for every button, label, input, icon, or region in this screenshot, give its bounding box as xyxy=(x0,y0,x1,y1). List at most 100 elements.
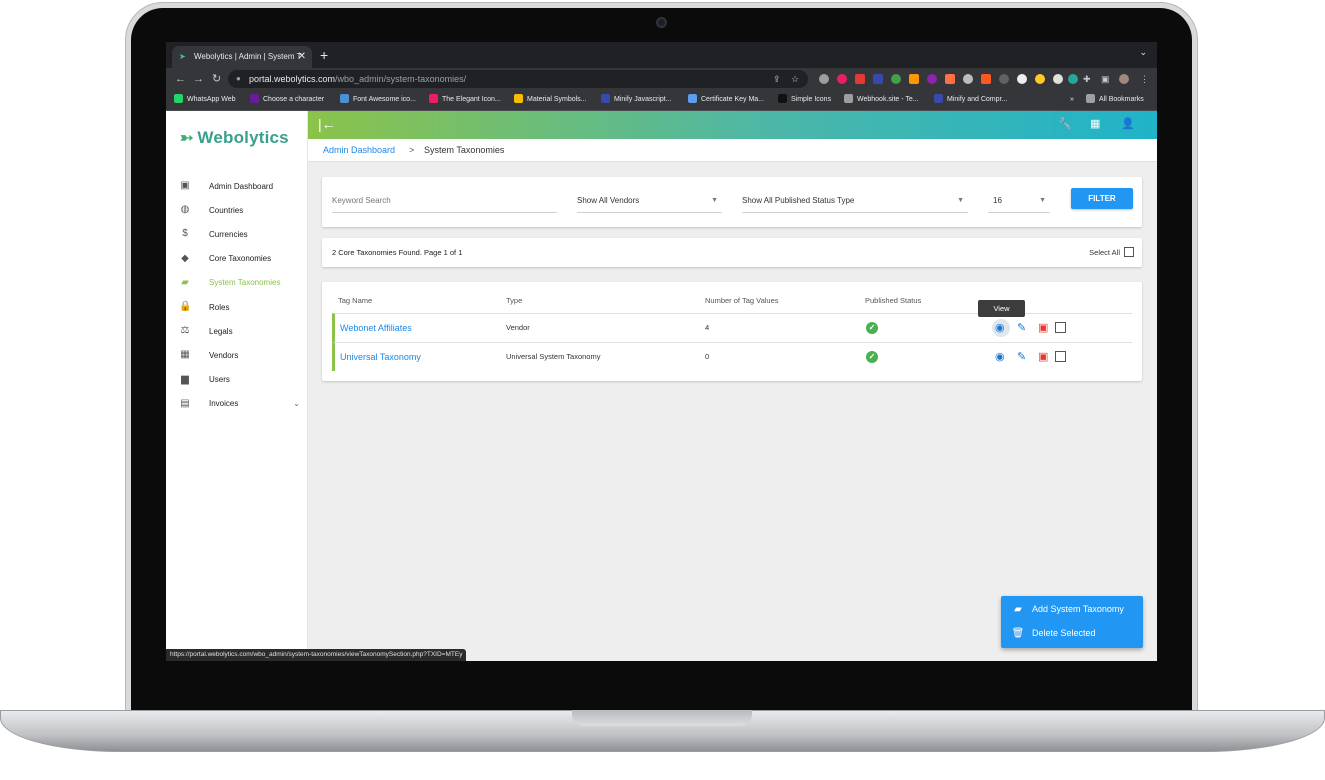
sidebar-item-users[interactable]: ▆ Users xyxy=(166,368,308,392)
sidebar-item-label: System Taxonomies xyxy=(209,278,281,288)
extension-icon[interactable] xyxy=(819,74,829,84)
extension-icon[interactable] xyxy=(927,74,937,84)
published-check-icon: ✓ xyxy=(866,351,878,363)
bookmarks-overflow-icon[interactable]: » xyxy=(1070,93,1074,107)
avatar[interactable] xyxy=(1119,74,1129,84)
delete-icon[interactable]: ▣ xyxy=(1038,350,1048,364)
wrench-icon[interactable]: 🔧 xyxy=(1058,118,1072,130)
extension-icon[interactable] xyxy=(963,74,973,84)
extension-icon[interactable] xyxy=(1017,74,1027,84)
sidebar-item-admin-dashboard[interactable]: ▣ Admin Dashboard xyxy=(166,174,308,198)
bookmark-label: WhatsApp Web xyxy=(187,96,236,103)
published-status-select[interactable]: Show All Published Status Type ▼ xyxy=(742,191,968,213)
bookmark-item[interactable]: Certificate Key Ma... xyxy=(688,93,764,107)
row-checkbox[interactable] xyxy=(1055,351,1066,362)
breadcrumb-home-link[interactable]: Admin Dashboard xyxy=(323,139,395,162)
view-icon[interactable]: ◉ xyxy=(995,321,1005,335)
table-row: Webonet Affiliates Vendor 4 ✓ ◉ ✎ ▣ xyxy=(332,313,1132,342)
per-page-select[interactable]: 16 ▼ xyxy=(988,191,1050,213)
keyword-search-input[interactable]: Keyword Search xyxy=(332,191,557,213)
extension-icon[interactable] xyxy=(1035,74,1045,84)
bookmark-item[interactable]: Minify Javascript... xyxy=(601,93,672,107)
label-icon: ▰ xyxy=(181,276,189,288)
sidebar-item-invoices[interactable]: ▤ Invoices ⌄ xyxy=(166,392,308,416)
bookmark-item[interactable]: Simple Icons xyxy=(778,93,831,107)
sidebar-item-roles[interactable]: 🔒 Roles xyxy=(166,295,308,319)
chevron-down-icon[interactable]: ⌄ xyxy=(293,399,300,408)
bookmark-item[interactable]: Material Symbols... xyxy=(514,93,587,107)
view-icon[interactable]: ◉ xyxy=(995,350,1005,364)
bookmark-favicon-icon xyxy=(174,94,183,103)
bookmarks-bar: WhatsApp Web Choose a character Font Aweso… xyxy=(166,90,1157,111)
bookmark-item[interactable]: Font Awesome ico... xyxy=(340,93,416,107)
reload-icon[interactable]: ↻ xyxy=(212,71,221,87)
sidebar-item-vendors[interactable]: ▦ Vendors xyxy=(166,343,308,367)
user-icon[interactable]: 👤 xyxy=(1121,118,1135,130)
extension-icon[interactable] xyxy=(999,74,1009,84)
sidebar-item-legals[interactable]: ⚖ Legals xyxy=(166,319,308,343)
extension-icon[interactable] xyxy=(873,74,883,84)
screen: ➤ Webolytics | Admin | System T ✕ + ⌄ ← … xyxy=(166,42,1157,661)
extension-icon[interactable] xyxy=(909,74,919,84)
bookmark-favicon-icon xyxy=(250,94,259,103)
extension-icon[interactable] xyxy=(945,74,955,84)
sidebar-item-label: Admin Dashboard xyxy=(209,181,274,191)
all-bookmarks[interactable]: All Bookmarks xyxy=(1086,93,1144,107)
dashboard-grid-icon[interactable]: ▦ xyxy=(1090,118,1100,130)
select-all-checkbox[interactable] xyxy=(1124,247,1134,257)
tags-icon: ◆ xyxy=(181,252,189,264)
extensions-puzzle-icon[interactable]: ✚ xyxy=(1083,71,1091,87)
extension-icon[interactable] xyxy=(855,74,865,84)
side-panel-icon[interactable]: ▣ xyxy=(1101,71,1110,87)
bookmark-label: Choose a character xyxy=(263,96,325,103)
tab-title: Webolytics | Admin | System T xyxy=(194,52,302,61)
forward-icon[interactable]: → xyxy=(193,71,204,87)
bookmark-item[interactable]: Minify and Compr... xyxy=(934,93,1007,107)
sidebar-item-label: Vendors xyxy=(209,350,239,360)
share-icon[interactable]: ⇪ xyxy=(773,70,781,88)
breadcrumb-separator: > xyxy=(409,145,415,155)
edit-icon[interactable]: ✎ xyxy=(1017,321,1026,335)
delete-selected-button[interactable]: 🗑 Delete Selected xyxy=(1011,625,1096,641)
new-tab-button[interactable]: + xyxy=(320,45,328,65)
delete-icon[interactable]: ▣ xyxy=(1038,321,1048,335)
tag-name-link[interactable]: Universal Taxonomy xyxy=(340,343,421,371)
tab-search-icon[interactable]: ⌄ xyxy=(1139,47,1147,58)
back-icon[interactable]: ← xyxy=(175,71,186,87)
bookmark-favicon-icon xyxy=(934,94,943,103)
extension-icon[interactable] xyxy=(981,74,991,84)
url-input[interactable]: ● portal.webolytics.com/wbo_admin/system… xyxy=(228,70,808,88)
sidebar-item-currencies[interactable]: $ Currencies xyxy=(166,222,308,246)
lock-icon: ● xyxy=(236,74,241,83)
tag-name-link[interactable]: Webonet Affiliates xyxy=(340,314,412,342)
view-tooltip: View xyxy=(978,300,1025,317)
bookmark-item[interactable]: Choose a character xyxy=(250,93,324,107)
sidebar-item-core-taxonomies[interactable]: ◆ Core Taxonomies xyxy=(166,247,308,271)
dollar-icon: $ xyxy=(182,228,188,240)
bookmark-item[interactable]: The Elegant Icon... xyxy=(429,93,501,107)
bookmark-star-icon[interactable]: ☆ xyxy=(791,70,799,88)
collapse-sidebar-icon[interactable]: |← xyxy=(318,116,336,132)
close-tab-icon[interactable]: ✕ xyxy=(298,46,306,68)
bookmark-favicon-icon xyxy=(844,94,853,103)
sidebar-item-system-taxonomies[interactable]: ▰ System Taxonomies xyxy=(166,271,308,295)
sidebar-item-label: Core Taxonomies xyxy=(209,254,272,264)
tag-value-count: 4 xyxy=(705,323,710,332)
sidebar-item-countries[interactable]: ◍ Countries xyxy=(166,198,308,222)
extension-icon[interactable] xyxy=(1068,74,1078,84)
edit-icon[interactable]: ✎ xyxy=(1017,350,1026,364)
add-system-taxonomy-button[interactable]: ▰ Add System Taxonomy xyxy=(1011,601,1124,617)
filter-button[interactable]: FILTER xyxy=(1071,188,1133,209)
brand-logo[interactable]: ➳ Webolytics xyxy=(180,124,289,152)
vendor-select[interactable]: Show All Vendors ▼ xyxy=(577,191,722,213)
browser-menu-icon[interactable]: ⋮ xyxy=(1140,71,1149,87)
row-checkbox[interactable] xyxy=(1055,322,1066,333)
bookmark-item[interactable]: WhatsApp Web xyxy=(174,93,236,107)
extension-icon[interactable] xyxy=(837,74,847,84)
browser-tab[interactable]: ➤ Webolytics | Admin | System T ✕ xyxy=(172,46,312,68)
app: ➳ Webolytics ▣ Admin Dashboard ◍ Countries $… xyxy=(166,111,1157,661)
column-header-published-status: Published Status xyxy=(865,296,922,305)
extension-icon[interactable] xyxy=(891,74,901,84)
bookmark-item[interactable]: Webhook.site - Te... xyxy=(844,93,919,107)
extension-icon[interactable] xyxy=(1053,74,1063,84)
